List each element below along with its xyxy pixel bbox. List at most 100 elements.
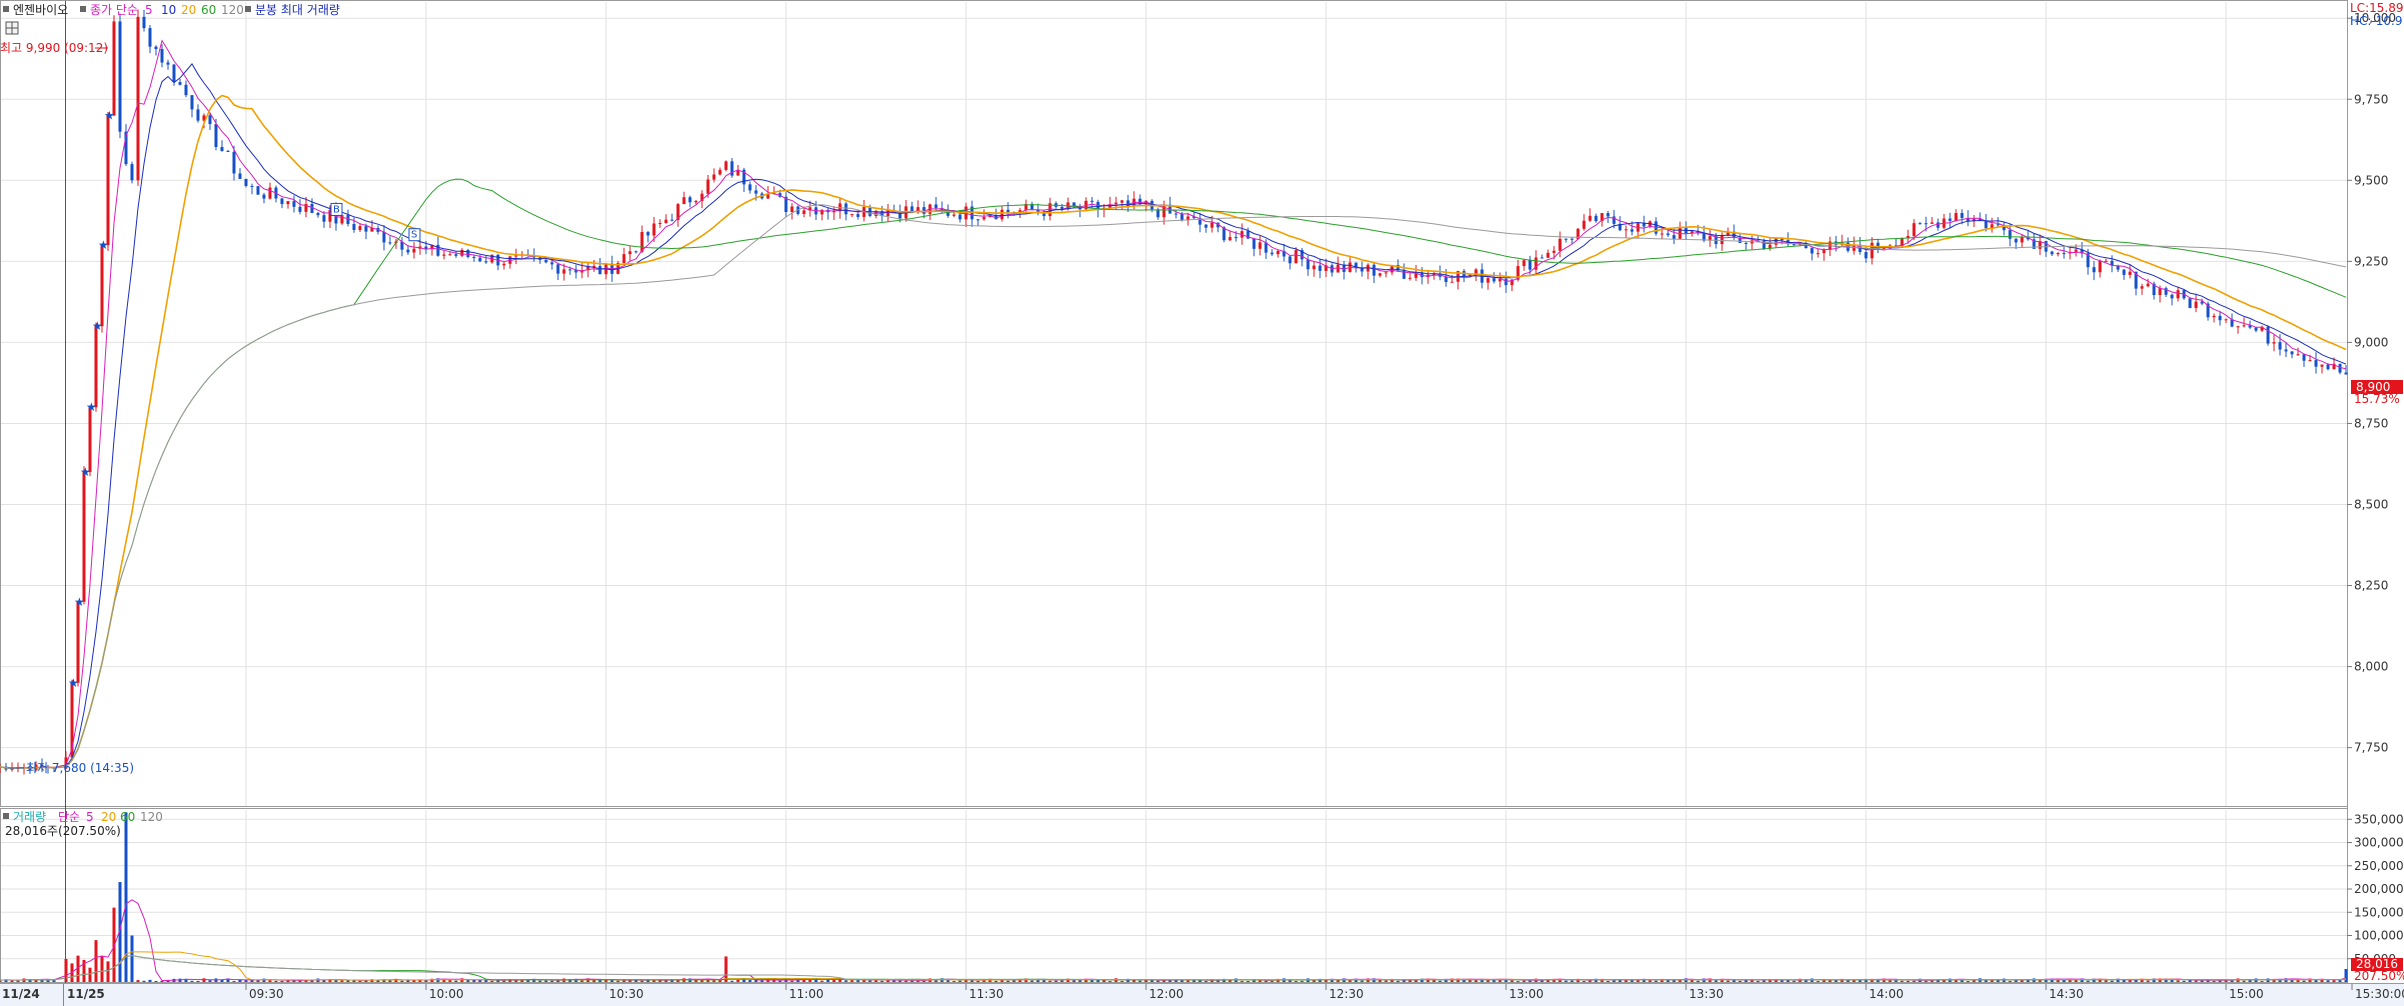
candle-up <box>1294 250 1298 264</box>
candle-down <box>1372 264 1376 276</box>
candle-up <box>112 21 116 116</box>
volume-bar <box>844 980 848 982</box>
candle-up <box>2308 360 2312 362</box>
volume-bar <box>1756 980 1760 982</box>
candle-up <box>1816 253 1820 255</box>
star-marker: ★ <box>98 238 109 252</box>
candle-down <box>1528 260 1532 270</box>
candle-down <box>688 197 692 203</box>
candle-up <box>2242 325 2246 327</box>
volume-bar <box>2146 980 2150 982</box>
volume-bar <box>2242 980 2246 982</box>
candle-down <box>550 262 554 265</box>
volume-bar <box>1900 980 1904 982</box>
volume-bar <box>130 935 134 982</box>
candle-up <box>100 245 104 327</box>
candle-up <box>2224 319 2228 321</box>
candle-up <box>658 222 662 224</box>
candle-up <box>1588 215 1592 221</box>
candle-up <box>1450 281 1454 283</box>
volume-bar <box>1582 980 1586 982</box>
volume-bar <box>208 980 212 982</box>
candle-up <box>2212 315 2216 318</box>
star-marker: ★ <box>86 400 97 414</box>
candle-down <box>1666 233 1670 236</box>
volume-bar <box>742 979 746 982</box>
volume-bar <box>202 978 206 982</box>
volume-bar <box>538 980 542 982</box>
volume-bar <box>820 980 824 982</box>
vol-settings-icon[interactable] <box>3 813 9 819</box>
ma-period-5: 5 <box>145 3 153 17</box>
volume-bar <box>604 980 608 982</box>
candle-up <box>2098 261 2102 273</box>
candle-down <box>2200 301 2204 304</box>
candle-up <box>2236 326 2240 328</box>
candle-down <box>250 185 254 187</box>
volume-bar <box>1786 980 1790 982</box>
volume-bar <box>1138 980 1142 982</box>
candle-down <box>1744 242 1748 244</box>
volume-bar <box>640 980 644 982</box>
price-pane-frame <box>0 0 2348 807</box>
candle-up <box>664 219 668 223</box>
volume-bar <box>2338 980 2342 982</box>
candle-down <box>2266 326 2270 344</box>
volume-bar <box>748 980 752 982</box>
sell-marker: S <box>411 230 417 241</box>
candle-down <box>1174 213 1178 215</box>
candle-up <box>1822 249 1826 254</box>
volume-bar <box>1714 980 1718 982</box>
ma-period-60: 60 <box>201 3 216 17</box>
candle-down <box>910 206 914 212</box>
volume-bar <box>400 980 404 982</box>
chart-canvas[interactable]: 7,750 8,000 8,250 8,500 8,750 9,000 9,250 9,500… <box>0 0 2404 1006</box>
volume-axis-tick-label: 300,000 <box>2354 836 2404 850</box>
candle-up <box>1912 223 1916 236</box>
extra-settings-icon[interactable] <box>245 6 251 12</box>
candle-down <box>556 264 560 274</box>
header-settings-icon[interactable] <box>3 6 9 12</box>
volume-bar <box>2302 980 2306 982</box>
candle-up <box>340 215 344 224</box>
volume-bar <box>730 980 734 982</box>
volume-bar <box>1264 980 1268 982</box>
volume-bar <box>1102 979 1106 982</box>
candle-down <box>2218 315 2222 321</box>
stock-name[interactable]: 엔젠바이오 <box>13 3 68 17</box>
candle-up <box>2056 253 2060 255</box>
volume-bar <box>2266 978 2270 982</box>
volume-bar <box>46 980 50 982</box>
volume-bar <box>2332 980 2336 982</box>
candle-up <box>1312 265 1316 270</box>
high-annotation: 최고 9,990 (09:12) <box>0 41 108 55</box>
ma-period-20: 20 <box>181 3 196 17</box>
candle-down <box>544 259 548 263</box>
hc-value: HC:-10.91 <box>2350 14 2404 28</box>
candle-up <box>2128 271 2132 275</box>
candle-down <box>130 164 134 181</box>
candle-down <box>166 62 170 65</box>
volume-bar <box>478 980 482 982</box>
volume-bar <box>448 980 452 982</box>
volume-bar <box>1294 980 1298 982</box>
volume-bar <box>16 980 20 982</box>
volume-bar <box>1516 981 1520 983</box>
volume-bar <box>190 980 194 982</box>
candle-up <box>628 251 632 255</box>
volume-bar <box>1048 980 1052 982</box>
candle-up <box>2296 354 2300 356</box>
volume-bar <box>2176 980 2180 982</box>
volume-bar <box>472 979 476 982</box>
candle-up <box>1660 233 1664 235</box>
candle-up <box>1546 252 1550 258</box>
candle-down <box>2338 363 2342 373</box>
volume-bar <box>1816 980 1820 982</box>
candle-down <box>292 201 296 207</box>
price-axis-tick-label: 8,000 <box>2354 660 2388 674</box>
candle-up <box>652 223 656 236</box>
candle-up <box>1522 260 1526 267</box>
ma-settings-icon[interactable] <box>80 6 86 12</box>
candle-up <box>850 214 854 216</box>
candle-down <box>190 95 194 110</box>
